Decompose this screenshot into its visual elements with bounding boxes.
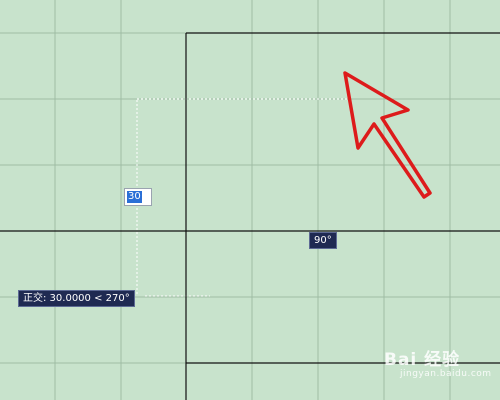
- polar-angle-text: 90°: [314, 235, 332, 246]
- dynamic-input-value: 30: [127, 191, 142, 203]
- dynamic-input-field[interactable]: 30: [124, 188, 152, 206]
- baidu-jingyan-watermark: Bai 经验 jingyan.baidu.com: [384, 345, 496, 385]
- watermark-url-text: jingyan.baidu.com: [400, 369, 492, 379]
- watermark-logo-text: Bai 经验: [384, 350, 461, 370]
- polar-angle-tooltip: 90°: [309, 232, 337, 249]
- ortho-tracking-tooltip: 正交: 30.0000 < 270°: [18, 290, 135, 307]
- drawing-canvas[interactable]: [0, 0, 500, 400]
- ortho-tracking-text: 正交: 30.0000 < 270°: [23, 293, 130, 304]
